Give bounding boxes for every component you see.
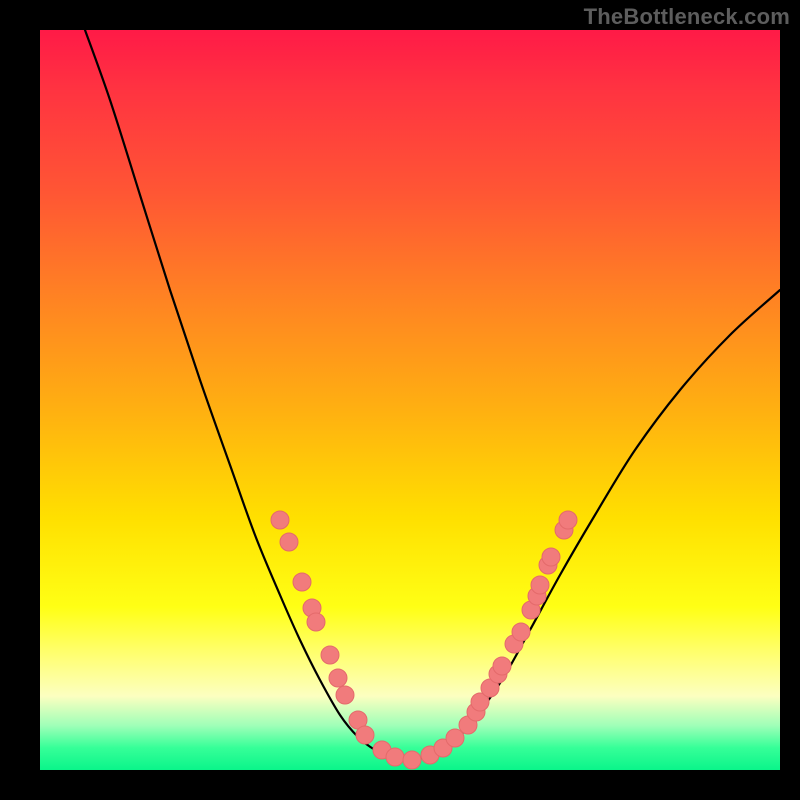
scatter-dot	[293, 573, 311, 591]
scatter-dots	[271, 511, 577, 769]
chart-stage: TheBottleneck.com	[0, 0, 800, 800]
scatter-dot	[329, 669, 347, 687]
scatter-dot	[403, 751, 421, 769]
scatter-dot	[271, 511, 289, 529]
scatter-dot	[386, 748, 404, 766]
curve-layer	[40, 30, 780, 770]
plot-region	[40, 30, 780, 770]
scatter-dot	[307, 613, 325, 631]
bottleneck-curve	[85, 30, 780, 760]
scatter-dot	[493, 657, 511, 675]
watermark-label: TheBottleneck.com	[584, 4, 790, 30]
scatter-dot	[542, 548, 560, 566]
scatter-dot	[280, 533, 298, 551]
scatter-dot	[531, 576, 549, 594]
scatter-dot	[512, 623, 530, 641]
scatter-dot	[559, 511, 577, 529]
scatter-dot	[336, 686, 354, 704]
scatter-dot	[321, 646, 339, 664]
scatter-dot	[356, 726, 374, 744]
